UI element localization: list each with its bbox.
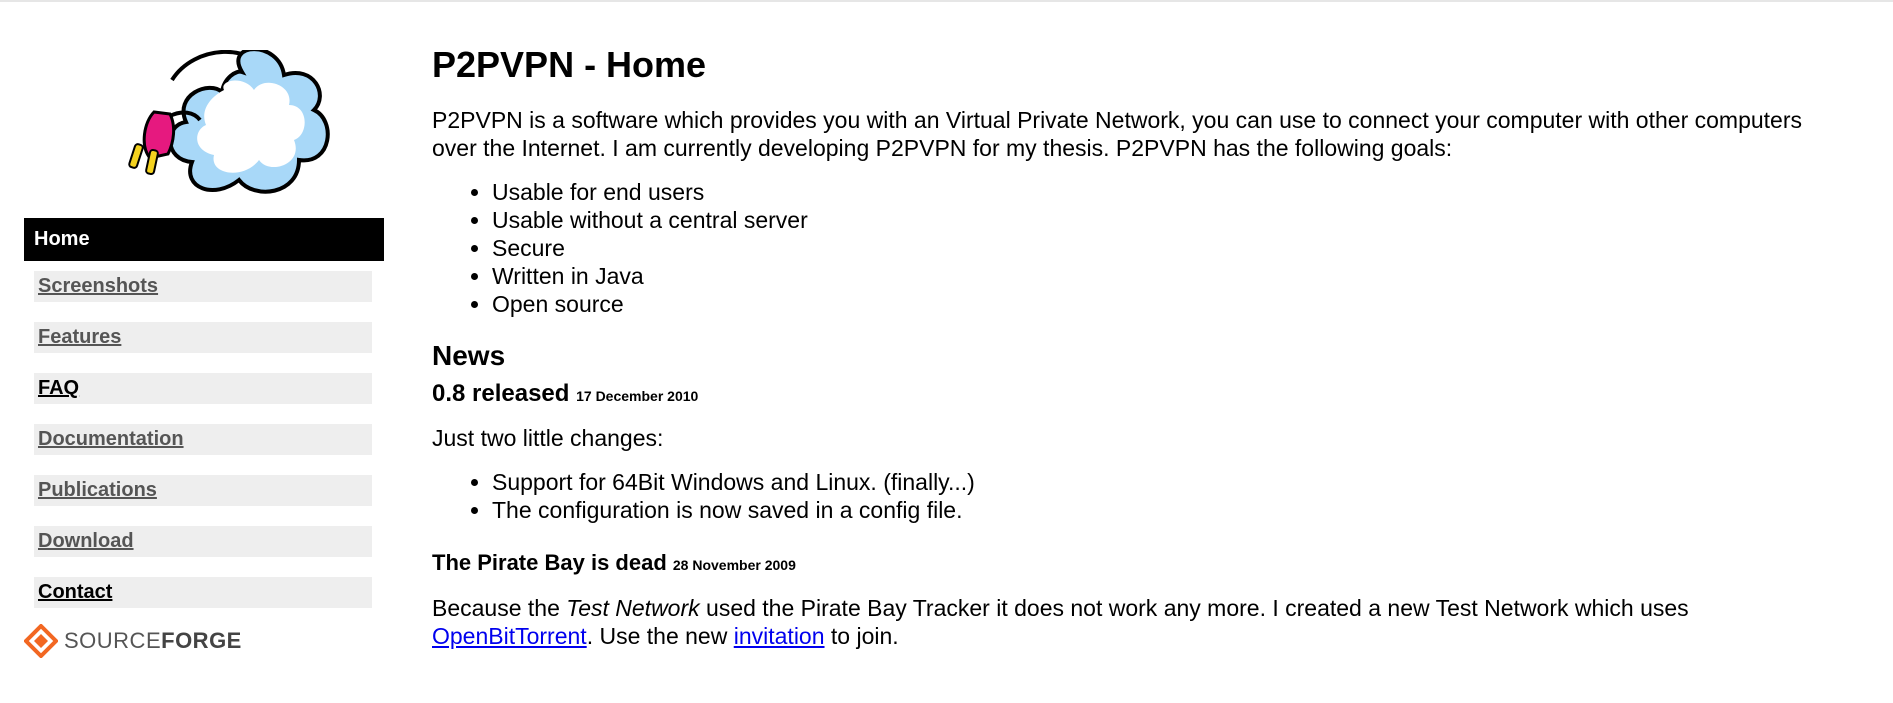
list-item: Written in Java bbox=[492, 262, 1852, 290]
sourceforge-icon bbox=[24, 624, 58, 658]
list-item: Support for 64Bit Windows and Linux. (fi… bbox=[492, 468, 1852, 496]
nav-faq[interactable]: FAQ bbox=[34, 373, 372, 404]
list-item: Open source bbox=[492, 290, 1852, 318]
list-item: Usable for end users bbox=[492, 178, 1852, 206]
news-title: 0.8 released 17 December 2010 bbox=[432, 380, 699, 407]
news-title: The Pirate Bay is dead 28 November 2009 bbox=[432, 550, 796, 575]
nav-publications[interactable]: Publications bbox=[34, 475, 372, 506]
main-nav: Home Screenshots Features FAQ Documentat… bbox=[24, 218, 384, 608]
sourceforge-badge[interactable]: SOURCEFORGE bbox=[24, 624, 242, 658]
news-date: 28 November 2009 bbox=[672, 557, 796, 573]
nav-documentation[interactable]: Documentation bbox=[34, 424, 372, 455]
main-content: P2PVPN - Home P2PVPN is a software which… bbox=[432, 44, 1852, 650]
p2pvpn-logo bbox=[128, 50, 330, 194]
changes-list: Support for 64Bit Windows and Linux. (fi… bbox=[432, 468, 1852, 524]
invitation-link[interactable]: invitation bbox=[734, 623, 825, 649]
list-item: Usable without a central server bbox=[492, 206, 1852, 234]
page-title: P2PVPN - Home bbox=[432, 44, 707, 85]
intro-paragraph: P2PVPN is a software which provides you … bbox=[432, 107, 1802, 161]
news-date: 17 December 2010 bbox=[576, 388, 699, 404]
nav-features[interactable]: Features bbox=[34, 322, 372, 353]
news-heading: News bbox=[432, 340, 506, 371]
openbittorrent-link[interactable]: OpenBitTorrent bbox=[432, 623, 587, 649]
goals-list: Usable for end users Usable without a ce… bbox=[432, 178, 1852, 318]
news-text: Just two little changes: bbox=[432, 425, 664, 451]
top-border bbox=[0, 0, 1893, 2]
list-item: The configuration is now saved in a conf… bbox=[492, 496, 1852, 524]
nav-download[interactable]: Download bbox=[34, 526, 372, 557]
news-text: Because the Test Network used the Pirate… bbox=[432, 595, 1689, 649]
list-item: Secure bbox=[492, 234, 1852, 262]
sourceforge-wordmark: SOURCEFORGE bbox=[64, 628, 242, 653]
nav-screenshots[interactable]: Screenshots bbox=[34, 271, 372, 302]
nav-contact[interactable]: Contact bbox=[34, 577, 372, 608]
nav-home[interactable]: Home bbox=[24, 218, 384, 261]
